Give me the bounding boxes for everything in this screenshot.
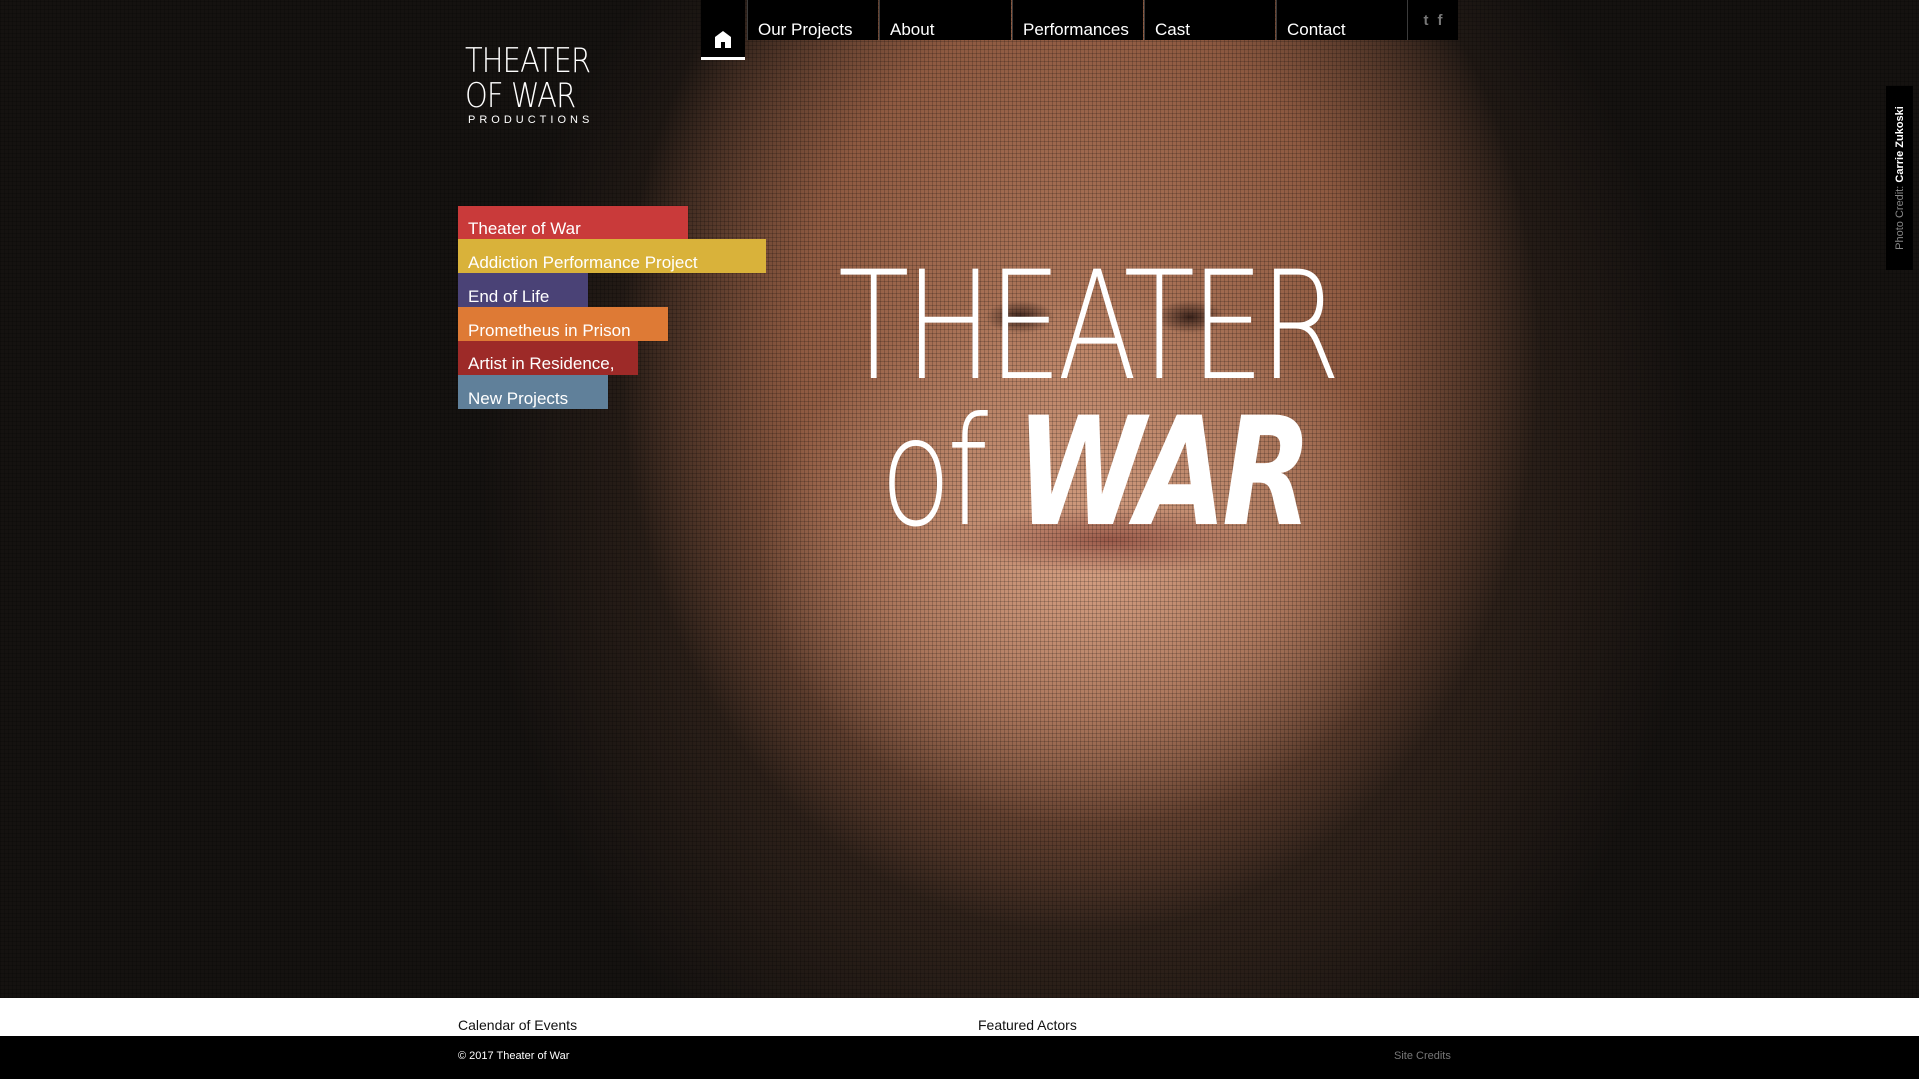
hero-title-line-1: THEATER (838, 240, 1341, 414)
photo-credit-label: Photo Credit: (1893, 185, 1906, 250)
hero-title-of: of (880, 386, 988, 560)
project-prometheus-in-prison[interactable]: Prometheus in Prison (458, 307, 668, 341)
home-button[interactable] (701, 0, 745, 60)
featured-actors-link[interactable]: Featured Actors (978, 1017, 1077, 1033)
nav-contact[interactable]: Contact (1276, 0, 1407, 40)
project-artist-in-residence[interactable]: Artist in Residence, NYC (458, 341, 638, 391)
site-credits-link[interactable]: Site Credits (1394, 1050, 1451, 1062)
hero-title: THEATER of WAR (838, 240, 1477, 548)
footer-links-bar (0, 998, 1919, 1036)
hero-title-war: WAR (1015, 386, 1312, 560)
calendar-of-events-link[interactable]: Calendar of Events (458, 1017, 577, 1033)
twitter-icon[interactable]: t (1424, 12, 1429, 29)
logo-line-1: THEATER (465, 41, 591, 81)
copyright-text: © 2017 Theater of War (458, 1050, 570, 1062)
logo-line-2: OF WAR (465, 76, 576, 116)
nav-about[interactable]: About (879, 0, 1011, 40)
photo-credit-name: Carrie Zukoski (1893, 106, 1906, 183)
nav-performances[interactable]: Performances (1012, 0, 1143, 40)
footer-bar (0, 1036, 1919, 1079)
facebook-icon[interactable]: f (1438, 12, 1443, 29)
home-icon (715, 31, 731, 48)
project-end-of-life[interactable]: End of Life (458, 273, 588, 307)
project-addiction-performance[interactable]: Addiction Performance Project (458, 239, 766, 273)
project-new-projects[interactable]: New Projects (458, 375, 608, 409)
nav-our-projects[interactable]: Our Projects (747, 0, 878, 40)
site-logo[interactable]: THEATER OF WAR PRODUCTIONS (465, 41, 595, 127)
social-links: t f (1407, 0, 1458, 40)
project-theater-of-war[interactable]: Theater of War (458, 206, 688, 240)
nav-cast[interactable]: Cast (1144, 0, 1275, 40)
photo-credit-tab: Photo Credit: Carrie Zukoski (1886, 86, 1913, 270)
hero-title-line-2: of WAR (880, 386, 1312, 560)
